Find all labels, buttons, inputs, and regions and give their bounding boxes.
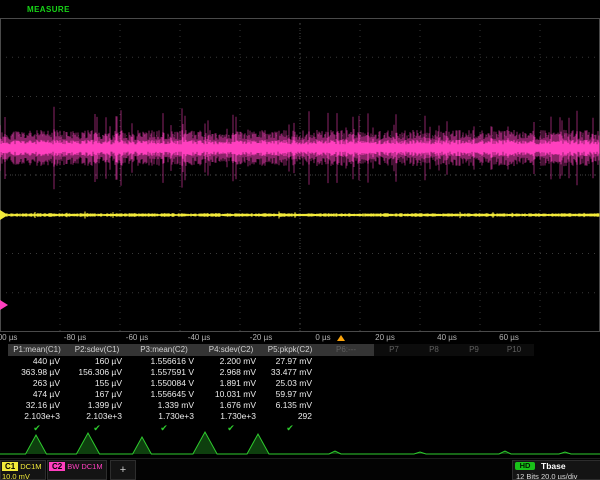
- hd-mode-badge: HD: [515, 462, 535, 470]
- c1-trace: [0, 212, 599, 219]
- stat-value: 160 µV: [66, 356, 128, 367]
- c2-level-marker[interactable]: [0, 300, 8, 310]
- measurement-table: P1:mean(C1) P2:sdev(C1) P3:mean(C2) P4:s…: [8, 344, 534, 435]
- time-label: 20 µs: [375, 333, 395, 342]
- time-label: 40 µs: [437, 333, 457, 342]
- time-label: 0 µs: [315, 333, 330, 342]
- stat-value: 25.03 mV: [262, 378, 318, 389]
- stat-value: 2.200 mV: [200, 356, 262, 367]
- tbase-scale: 20.0 µs/div: [541, 472, 600, 480]
- tbase-bits: 12 Bits: [513, 472, 541, 480]
- param-header-p6[interactable]: P6:---: [318, 344, 374, 356]
- oscilloscope-screen: MEASURE -100 µs -80 µs -60 µs -40 µs -20…: [0, 0, 600, 480]
- stat-value: 1.550084 V: [128, 378, 200, 389]
- stat-value: 59.97 mV: [262, 389, 318, 400]
- stat-row: 2.103e+3 2.103e+3 1.730e+3 1.730e+3 292: [8, 411, 534, 422]
- stat-value: 292: [262, 411, 318, 422]
- param-header-p4[interactable]: P4:sdev(C2): [200, 344, 262, 356]
- param-header-p3[interactable]: P3:mean(C2): [128, 344, 200, 356]
- stat-value: 263 µV: [8, 378, 66, 389]
- measurement-table-header: P1:mean(C1) P2:sdev(C1) P3:mean(C2) P4:s…: [8, 344, 534, 356]
- param-header-p5[interactable]: P5:pkpk(C2): [262, 344, 318, 356]
- time-label: 60 µs: [499, 333, 519, 342]
- c1-coupling: DC1M: [20, 462, 41, 471]
- stat-value: 156.306 µV: [66, 367, 128, 378]
- trend-trace: [0, 432, 600, 454]
- stat-value: 2.103e+3: [66, 411, 128, 422]
- stat-value: 474 µV: [8, 389, 66, 400]
- stat-value: 1.676 mV: [200, 400, 262, 411]
- stat-value: 155 µV: [66, 378, 128, 389]
- stat-value: 10.031 mV: [200, 389, 262, 400]
- param-header-p9[interactable]: P9: [454, 344, 494, 356]
- stat-value: 1.339 mV: [128, 400, 200, 411]
- time-label: -80 µs: [64, 333, 86, 342]
- stat-value: 440 µV: [8, 356, 66, 367]
- stat-value: 1.730e+3: [200, 411, 262, 422]
- stat-value: 27.97 mV: [262, 356, 318, 367]
- waveform-grid: [0, 18, 600, 332]
- graticule-and-traces: [0, 18, 600, 332]
- stat-row: 440 µV 160 µV 1.556616 V 2.200 mV 27.97 …: [8, 356, 534, 367]
- time-label: -60 µs: [126, 333, 148, 342]
- stat-row: 32.16 µV 1.399 µV 1.339 mV 1.676 mV 6.13…: [8, 400, 534, 411]
- graticule-center-axes: [0, 18, 600, 332]
- stat-value: 1.556616 V: [128, 356, 200, 367]
- c1-volts-per-div: 10.0 mV: [2, 472, 30, 480]
- stat-value: 32.16 µV: [8, 400, 66, 411]
- channel-c2-descriptor[interactable]: C2 BW DC1M: [47, 460, 107, 480]
- param-header-p1[interactable]: P1:mean(C1): [8, 344, 66, 356]
- stat-value: 363.98 µV: [8, 367, 66, 378]
- param-header-p2[interactable]: P2:sdev(C1): [66, 344, 128, 356]
- stat-row: 263 µV 155 µV 1.550084 V 1.891 mV 25.03 …: [8, 378, 534, 389]
- descriptor-bar: C1 DC1M 10.0 mV C2 BW DC1M + HD Tbase 12…: [0, 458, 600, 480]
- stat-row: 474 µV 167 µV 1.556645 V 10.031 mV 59.97…: [8, 389, 534, 400]
- add-trace-button[interactable]: +: [110, 460, 136, 480]
- stat-value: 2.968 mV: [200, 367, 262, 378]
- channel-c1-descriptor[interactable]: C1 DC1M 10.0 mV: [0, 460, 46, 480]
- top-bar: MEASURE: [0, 0, 600, 18]
- stat-value: 167 µV: [66, 389, 128, 400]
- param-header-p10[interactable]: P10: [494, 344, 534, 356]
- c1-channel-tab[interactable]: C1: [2, 462, 18, 471]
- time-label: -100 µs: [0, 333, 17, 342]
- stat-value: 1.891 mV: [200, 378, 262, 389]
- param-header-p7[interactable]: P7: [374, 344, 414, 356]
- stat-value: 2.103e+3: [8, 411, 66, 422]
- param-header-p8[interactable]: P8: [414, 344, 454, 356]
- tbase-label: Tbase: [541, 461, 600, 471]
- c2-bandwidth-limit: BW: [67, 462, 79, 471]
- trend-trace-svg: [0, 430, 600, 458]
- trigger-time-marker[interactable]: [337, 335, 345, 341]
- stat-value: 6.135 mV: [262, 400, 318, 411]
- stat-value: 1.399 µV: [66, 400, 128, 411]
- stat-value: 33.477 mV: [262, 367, 318, 378]
- stat-value: 1.556645 V: [128, 389, 200, 400]
- stat-row: 363.98 µV 156.306 µV 1.557591 V 2.968 mV…: [8, 367, 534, 378]
- c1-level-marker[interactable]: [0, 210, 8, 220]
- stat-value: 1.557591 V: [128, 367, 200, 378]
- time-label: -40 µs: [188, 333, 210, 342]
- stat-value: 1.730e+3: [128, 411, 200, 422]
- c2-channel-tab[interactable]: C2: [49, 462, 65, 471]
- time-label: -20 µs: [250, 333, 272, 342]
- timebase-descriptor[interactable]: HD Tbase 12 Bits 20.0 µs/div: [512, 460, 600, 480]
- status-label: MEASURE: [27, 5, 70, 14]
- c2-coupling: DC1M: [81, 462, 102, 471]
